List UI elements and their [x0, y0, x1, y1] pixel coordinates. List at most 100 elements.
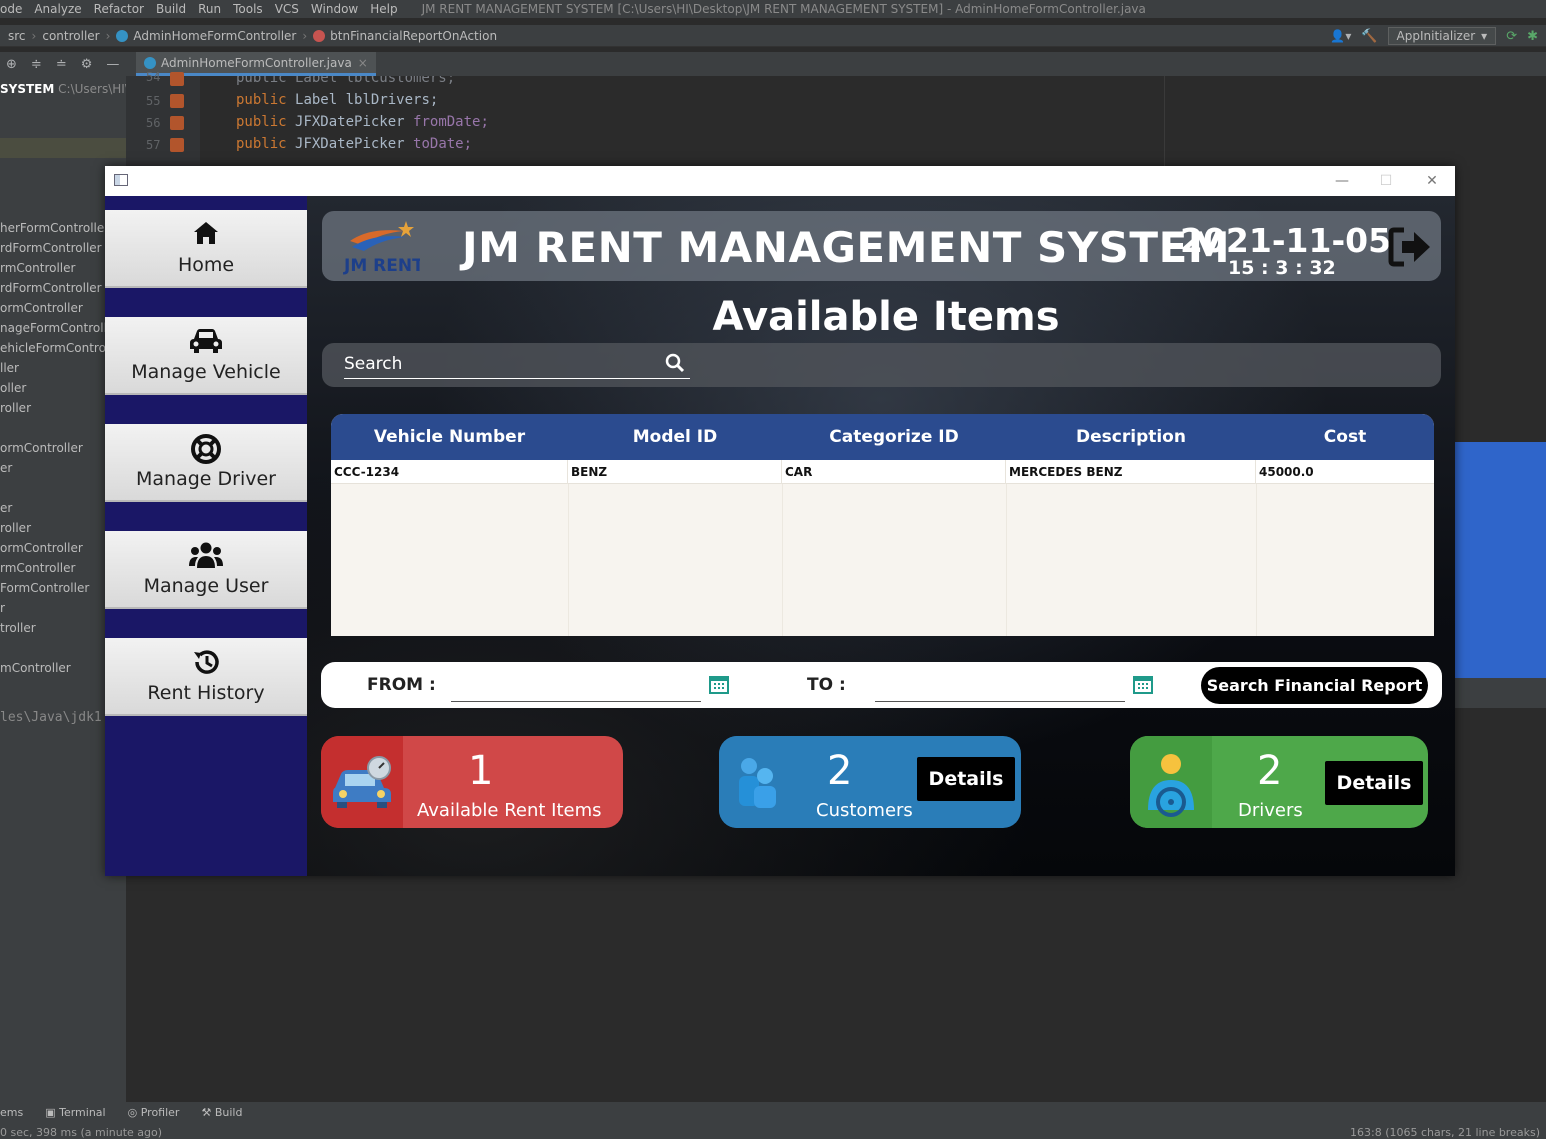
code-keyword: public — [236, 114, 287, 130]
code-line: public Label lblDrivers; — [236, 92, 438, 108]
sidebar-item-rent-history[interactable]: Rent History — [105, 638, 307, 716]
from-date-picker[interactable] — [451, 674, 701, 702]
breadcrumb-src[interactable]: src — [8, 29, 26, 43]
window-titlebar[interactable]: — ☐ ✕ — [105, 166, 1455, 196]
search-financial-report-button[interactable]: Search Financial Report — [1201, 667, 1428, 704]
tool-tab-profiler[interactable]: ◎ Profiler — [128, 1106, 180, 1119]
stat-card-available-items: 1 Available Rent Items — [321, 736, 623, 828]
gear-icon[interactable]: ⚙ — [81, 57, 93, 72]
tree-item[interactable]: troller — [0, 621, 36, 635]
editor-gutter: 54 55 56 57 — [126, 70, 200, 166]
table-row[interactable]: CCC-1234 BENZ CAR MERCEDES BENZ 45000.0 — [331, 460, 1434, 484]
tree-item[interactable]: herFormController — [0, 221, 109, 235]
tree-item[interactable]: rdFormController — [0, 281, 102, 295]
logout-icon[interactable] — [1388, 227, 1434, 267]
menu-code[interactable]: ode — [0, 2, 28, 16]
user-icon[interactable]: 👤▾ — [1330, 29, 1351, 43]
driver-icon — [1130, 736, 1212, 828]
table-cell: CCC-1234 — [331, 460, 568, 484]
maximize-icon[interactable]: ☐ — [1371, 170, 1401, 192]
tool-tab-build[interactable]: ⚒ Build — [201, 1106, 242, 1119]
calendar-icon[interactable] — [709, 674, 729, 694]
minimize-panel-icon[interactable]: — — [106, 57, 119, 72]
tree-item[interactable]: ormController — [0, 301, 83, 315]
tool-tab-terminal[interactable]: ▣ Terminal — [45, 1106, 105, 1119]
cursor-position[interactable]: 163:8 (1065 chars, 21 line breaks) — [1350, 1126, 1540, 1139]
menu-run[interactable]: Run — [192, 2, 227, 16]
code-editor[interactable]: public Label lblCustomers; public Label … — [200, 76, 1164, 166]
tree-item[interactable]: rmController — [0, 561, 75, 575]
code-field: toDate; — [413, 136, 473, 152]
tool-tab-problems[interactable]: ems — [0, 1106, 23, 1119]
app-window: — ☐ ✕ Home Manage Vehicle Manage Driver — [105, 166, 1455, 876]
sidebar-item-manage-user[interactable]: Manage User — [105, 531, 307, 609]
sidebar-item-manage-driver[interactable]: Manage Driver — [105, 424, 307, 502]
menu-tools[interactable]: Tools — [227, 2, 269, 16]
menu-vcs[interactable]: VCS — [269, 2, 305, 16]
tree-item[interactable]: ormController — [0, 541, 83, 555]
build-hammer-icon[interactable]: 🔨 — [1361, 29, 1377, 44]
project-root-name: SYSTEM — [0, 82, 55, 96]
breadcrumb-controller[interactable]: controller — [42, 29, 99, 43]
tree-item[interactable]: roller — [0, 521, 31, 535]
sidebar-item-label: Manage Driver — [136, 468, 276, 490]
fxml-link-icon[interactable] — [170, 116, 184, 130]
menu-refactor[interactable]: Refactor — [88, 2, 150, 16]
line-number: 57 — [146, 138, 161, 152]
column-header-model-id[interactable]: Model ID — [568, 414, 782, 460]
debug-bug-icon[interactable]: ✱ — [1527, 29, 1538, 44]
fxml-link-icon[interactable] — [170, 138, 184, 152]
tree-item[interactable]: mController — [0, 661, 71, 675]
column-header-description[interactable]: Description — [1006, 414, 1256, 460]
calendar-icon[interactable] — [1133, 674, 1153, 694]
column-header-vehicle-number[interactable]: Vehicle Number — [331, 414, 568, 460]
breadcrumb-separator: › — [105, 28, 111, 43]
close-icon[interactable]: ✕ — [1417, 170, 1447, 192]
customers-details-button[interactable]: Details — [917, 757, 1015, 801]
tree-item[interactable]: roller — [0, 401, 31, 415]
expand-icon[interactable]: ≑ — [31, 57, 42, 72]
fxml-link-icon[interactable] — [170, 72, 184, 86]
search-input[interactable] — [344, 349, 690, 379]
logo-text: JM RENT — [343, 256, 420, 275]
fxml-link-icon[interactable] — [170, 94, 184, 108]
close-tab-icon[interactable]: × — [358, 56, 368, 70]
tree-item[interactable]: r — [0, 601, 5, 615]
menu-window[interactable]: Window — [305, 2, 364, 16]
target-icon[interactable]: ⊕ — [6, 57, 17, 72]
history-icon — [105, 648, 307, 676]
search-icon[interactable] — [665, 353, 685, 373]
sidebar-item-label: Manage Vehicle — [131, 361, 281, 383]
menu-analyze[interactable]: Analyze — [28, 2, 87, 16]
tree-item[interactable]: FormController — [0, 581, 89, 595]
tree-item[interactable]: ller — [0, 361, 19, 375]
sidebar-item-home[interactable]: Home — [105, 210, 307, 288]
sidebar-item-manage-vehicle[interactable]: Manage Vehicle — [105, 317, 307, 395]
breadcrumb-method[interactable]: btnFinancialReportOnAction — [313, 29, 497, 43]
tree-item[interactable]: oller — [0, 381, 26, 395]
stat-card-drivers: 2 Drivers Details — [1130, 736, 1428, 828]
breadcrumb-class[interactable]: AdminHomeFormController — [116, 29, 296, 43]
rerun-icon[interactable]: ⟳ — [1506, 29, 1517, 44]
menu-help[interactable]: Help — [364, 2, 403, 16]
project-root[interactable]: SYSTEM C:\Users\HI\De — [0, 82, 126, 96]
minimize-icon[interactable]: — — [1327, 170, 1357, 192]
column-header-categorize-id[interactable]: Categorize ID — [782, 414, 1006, 460]
tree-selection — [0, 138, 126, 158]
tree-item[interactable]: er — [0, 501, 12, 515]
tree-item[interactable]: ormController — [0, 441, 83, 455]
tree-item[interactable]: nageFormController — [0, 321, 119, 335]
tree-item[interactable]: rmController — [0, 261, 75, 275]
tree-item[interactable]: er — [0, 461, 12, 475]
menu-build[interactable]: Build — [150, 2, 192, 16]
drivers-details-button[interactable]: Details — [1325, 761, 1423, 805]
tree-item[interactable]: ehicleFormControlle — [0, 341, 120, 355]
run-config-select[interactable]: AppInitializer ▾ — [1387, 27, 1497, 45]
tree-item[interactable]: rdFormController — [0, 241, 102, 255]
collapse-icon[interactable]: ≐ — [56, 57, 67, 72]
editor-tab-label: AdminHomeFormController.java — [161, 55, 352, 70]
column-divider — [1006, 484, 1007, 636]
to-date-picker[interactable] — [875, 674, 1125, 702]
column-header-cost[interactable]: Cost — [1256, 414, 1434, 460]
car-icon — [105, 327, 307, 355]
